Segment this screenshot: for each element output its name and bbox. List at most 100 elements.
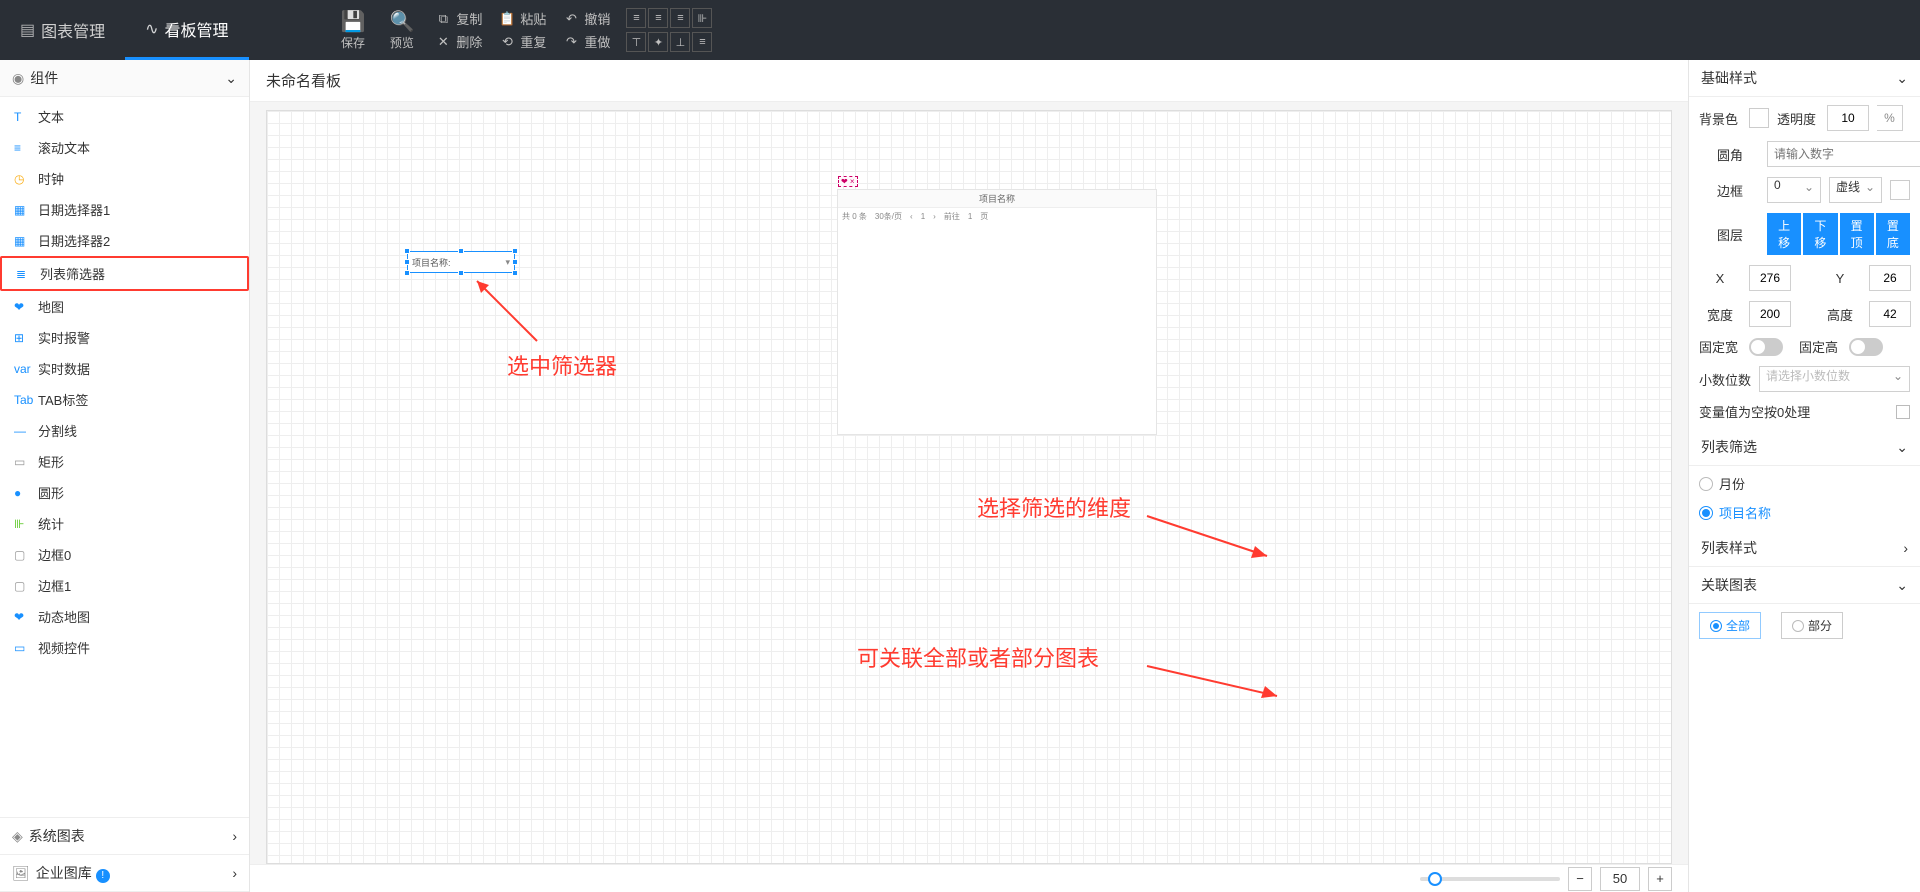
component-icon: ▢ bbox=[14, 579, 32, 593]
component-item[interactable]: ▭矩形 bbox=[0, 446, 249, 477]
paste-icon: 📋 bbox=[498, 11, 516, 27]
chevron-right-icon: › bbox=[1903, 540, 1908, 556]
component-item[interactable]: TabTAB标签 bbox=[0, 384, 249, 415]
component-item[interactable]: ≡滚动文本 bbox=[0, 132, 249, 163]
resize-handle[interactable] bbox=[404, 248, 410, 254]
resize-handle[interactable] bbox=[458, 270, 464, 276]
resize-handle[interactable] bbox=[404, 259, 410, 265]
zoom-bar: − 50 + bbox=[250, 864, 1688, 892]
layer-button[interactable]: 置顶 bbox=[1840, 213, 1874, 255]
copy-button[interactable]: ⧉复制 bbox=[434, 9, 482, 28]
bg-color-picker[interactable] bbox=[1749, 108, 1769, 128]
align-bottom-button[interactable]: ⊥ bbox=[670, 32, 690, 52]
link-scope-radio[interactable]: 部分 bbox=[1781, 612, 1843, 639]
component-item[interactable]: ⊪统计 bbox=[0, 508, 249, 539]
link-chart-header[interactable]: 关联图表⌄ bbox=[1689, 567, 1920, 604]
x-input[interactable] bbox=[1749, 265, 1791, 291]
component-item[interactable]: ▢边框0 bbox=[0, 539, 249, 570]
layer-button[interactable]: 上移 bbox=[1767, 213, 1801, 255]
y-input[interactable] bbox=[1869, 265, 1911, 291]
redo-button[interactable]: ↷重做 bbox=[562, 32, 610, 51]
zoom-in,[interactable]: + bbox=[1648, 867, 1672, 891]
list-filter-header[interactable]: 列表筛选⌄ bbox=[1689, 429, 1920, 466]
chevron-right-icon: › bbox=[232, 865, 237, 881]
save-button[interactable]: 💾 保存 bbox=[329, 0, 378, 60]
annotation-text: 可关联全部或者部分图表 bbox=[857, 641, 1099, 673]
tab-label: 图表管理 bbox=[41, 18, 105, 42]
component-label: TAB标签 bbox=[38, 390, 88, 409]
canvas-table-widget[interactable]: ❤ × 项目名称 共 0 条 30条/页 ‹1› 前往1页 bbox=[837, 189, 1157, 435]
radius-label: 圆角 bbox=[1717, 145, 1759, 164]
align-middle-button[interactable]: ✦ bbox=[648, 32, 668, 52]
component-icon: ◷ bbox=[14, 172, 32, 186]
tab-chart-manage[interactable]: ▤ 图表管理 bbox=[0, 0, 125, 60]
align-center-button[interactable]: ≡ bbox=[648, 8, 668, 28]
canvas-filter-widget[interactable]: 项目名称: bbox=[407, 251, 515, 273]
component-item[interactable]: ▦日期选择器1 bbox=[0, 194, 249, 225]
height-input[interactable] bbox=[1869, 301, 1911, 327]
component-icon: ▭ bbox=[14, 641, 32, 655]
width-input[interactable] bbox=[1749, 301, 1791, 327]
component-item[interactable]: T文本 bbox=[0, 101, 249, 132]
align-justify-button[interactable]: ⊪ bbox=[692, 8, 712, 28]
resize-handle[interactable] bbox=[404, 270, 410, 276]
zero-checkbox[interactable] bbox=[1896, 405, 1910, 419]
paste-button[interactable]: 📋粘贴 bbox=[498, 9, 546, 28]
component-icon: ≡ bbox=[14, 141, 32, 155]
resize-handle[interactable] bbox=[512, 259, 518, 265]
component-item[interactable]: ▢边框1 bbox=[0, 570, 249, 601]
filter-dimension-radio[interactable]: 月份 bbox=[1699, 474, 1910, 493]
component-item[interactable]: ⊞实时报警 bbox=[0, 322, 249, 353]
radius-input[interactable] bbox=[1767, 141, 1920, 167]
components-section-header[interactable]: ◉组件 ⌄ bbox=[0, 60, 249, 97]
component-item[interactable]: ❤地图 bbox=[0, 291, 249, 322]
align-distribute-button[interactable]: ≡ bbox=[692, 32, 712, 52]
info-badge: ! bbox=[96, 869, 110, 883]
align-left-button[interactable]: ≡ bbox=[626, 8, 646, 28]
decimals-select[interactable]: 请选择小数位数 bbox=[1759, 366, 1910, 392]
component-item[interactable]: ●圆形 bbox=[0, 477, 249, 508]
component-item[interactable]: ▦日期选择器2 bbox=[0, 225, 249, 256]
opacity-unit: % bbox=[1877, 105, 1903, 131]
resize-handle[interactable] bbox=[512, 248, 518, 254]
component-item[interactable]: ◷时钟 bbox=[0, 163, 249, 194]
radio-dot-icon bbox=[1710, 620, 1722, 632]
opacity-input[interactable] bbox=[1827, 105, 1869, 131]
design-canvas[interactable]: 项目名称: ❤ × 项目名称 共 0 条 30条/页 bbox=[266, 110, 1672, 864]
copy-icon: ⧉ bbox=[434, 11, 452, 27]
component-item[interactable]: ≣列表筛选器 bbox=[0, 256, 249, 291]
link-scope-radio[interactable]: 全部 bbox=[1699, 612, 1761, 639]
system-charts-section[interactable]: ◈系统图表 › bbox=[0, 818, 249, 855]
border-width-select[interactable]: 0 bbox=[1767, 177, 1821, 203]
align-right-button[interactable]: ≡ bbox=[670, 8, 690, 28]
preview-button[interactable]: 🔍 预览 bbox=[377, 0, 426, 60]
tab-board-manage[interactable]: ∿ 看板管理 bbox=[125, 0, 248, 60]
radio-dot-icon bbox=[1699, 477, 1713, 491]
undo-button[interactable]: ↶撤销 bbox=[562, 9, 610, 28]
layer-button[interactable]: 下移 bbox=[1803, 213, 1837, 255]
list-style-header[interactable]: 列表样式› bbox=[1689, 530, 1920, 567]
component-item[interactable]: ❤动态地图 bbox=[0, 601, 249, 632]
component-item[interactable]: var实时数据 bbox=[0, 353, 249, 384]
component-item[interactable]: —分割线 bbox=[0, 415, 249, 446]
lock-height-toggle[interactable] bbox=[1849, 338, 1883, 356]
zoom-out-button[interactable]: − bbox=[1568, 867, 1592, 891]
resize-handle[interactable] bbox=[458, 248, 464, 254]
zoom-value[interactable]: 50 bbox=[1600, 867, 1640, 891]
filter-dimension-radio[interactable]: 项目名称 bbox=[1699, 503, 1910, 522]
component-item[interactable]: ▭视频控件 bbox=[0, 632, 249, 663]
layer-button[interactable]: 置底 bbox=[1876, 213, 1910, 255]
basic-style-header[interactable]: 基础样式⌄ bbox=[1689, 60, 1920, 97]
align-top-button[interactable]: ⊤ bbox=[626, 32, 646, 52]
lock-width-toggle[interactable] bbox=[1749, 338, 1783, 356]
zoom-slider[interactable] bbox=[1420, 877, 1560, 881]
component-icon: ❤ bbox=[14, 610, 32, 624]
delete-button[interactable]: ✕删除 bbox=[434, 32, 482, 51]
border-style-select[interactable]: 虚线 bbox=[1829, 177, 1882, 203]
undo-icon: ↶ bbox=[562, 11, 580, 27]
gallery-section[interactable]: 🖼企业图库! › bbox=[0, 855, 249, 892]
component-icon: ▢ bbox=[14, 548, 32, 562]
border-color-picker[interactable] bbox=[1890, 180, 1910, 200]
resize-handle[interactable] bbox=[512, 270, 518, 276]
duplicate-button[interactable]: ⟲重复 bbox=[498, 32, 546, 51]
